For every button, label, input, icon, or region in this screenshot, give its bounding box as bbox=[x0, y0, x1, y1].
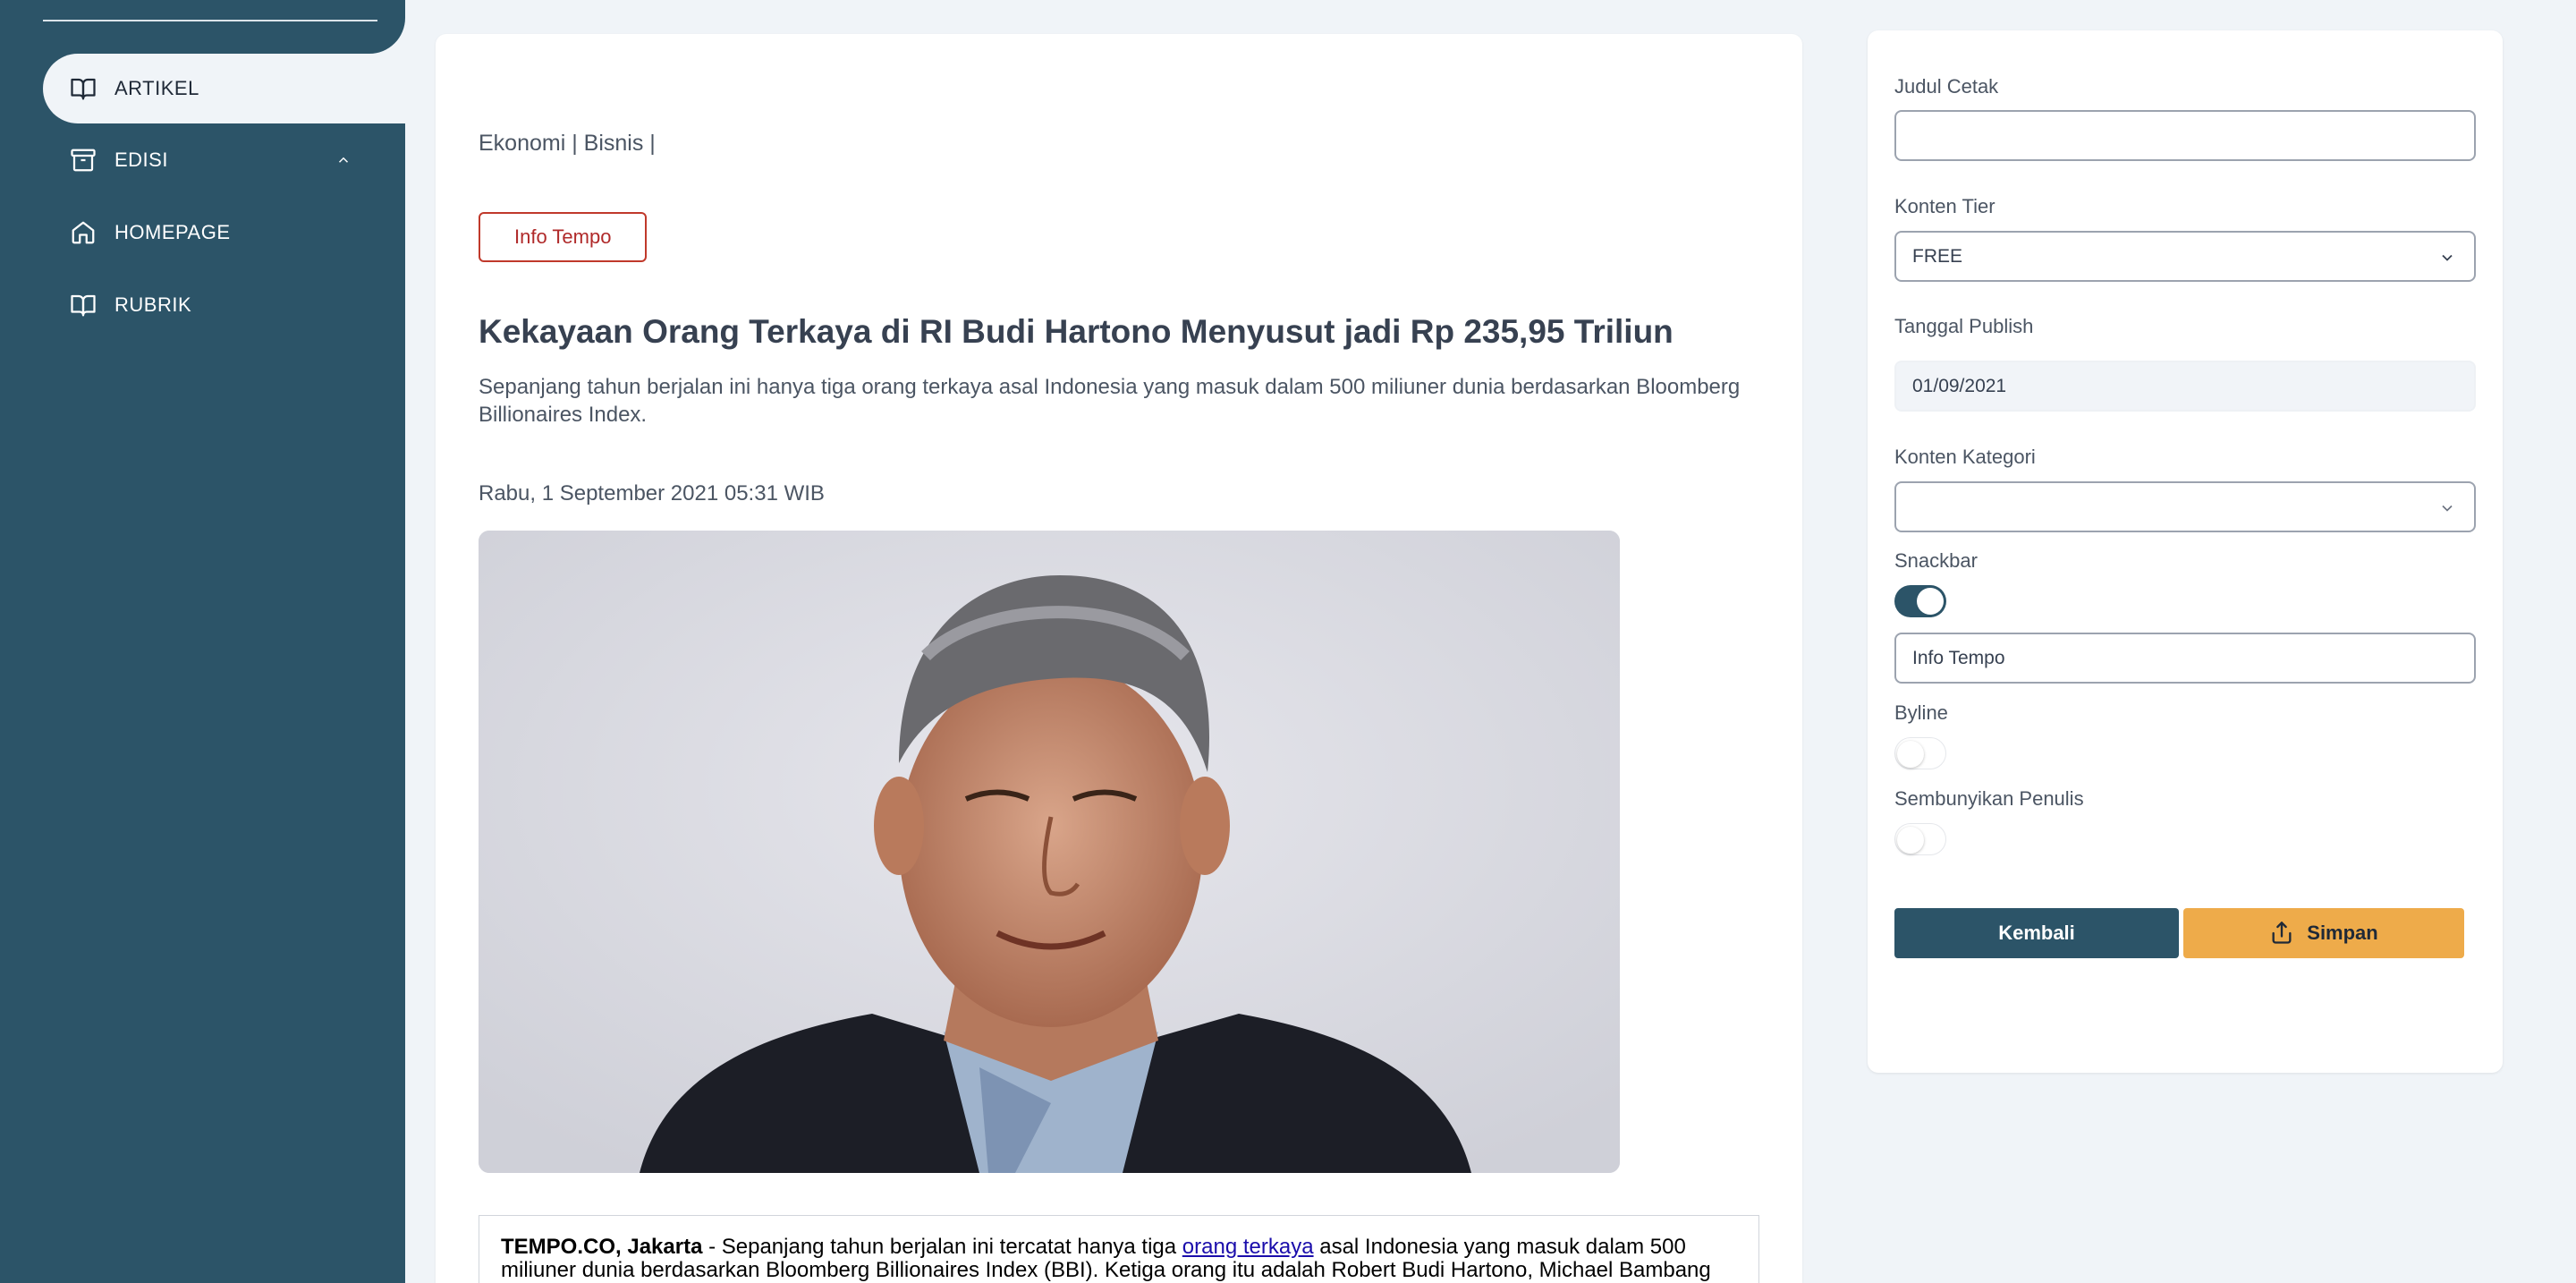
konten-kategori-label: Konten Kategori bbox=[1894, 446, 2036, 468]
snackbar-label: Snackbar bbox=[1894, 549, 1978, 572]
snackbar-input[interactable]: Info Tempo bbox=[1894, 633, 2476, 684]
konten-tier-select[interactable]: FREE bbox=[1894, 231, 2476, 282]
konten-kategori-select[interactable] bbox=[1894, 481, 2476, 532]
home-icon bbox=[72, 221, 95, 244]
article-date: Rabu, 1 September 2021 05:31 WIB bbox=[479, 481, 825, 506]
save-button-label: Simpan bbox=[2307, 922, 2378, 944]
sidebar-item-label: ARTIKEL bbox=[114, 77, 199, 99]
toggle-knob bbox=[1897, 741, 1924, 768]
sidebar-item-rubrik[interactable]: RUBRIK bbox=[43, 270, 405, 340]
chevron-down-icon bbox=[2442, 254, 2453, 261]
judul-cetak-input[interactable] bbox=[1894, 110, 2476, 161]
chevron-up-icon[interactable] bbox=[335, 152, 352, 168]
tanggal-publish-input[interactable]: 01/09/2021 bbox=[1894, 361, 2476, 412]
save-button[interactable]: Simpan bbox=[2183, 908, 2464, 958]
breadcrumb: Ekonomi | Bisnis | bbox=[479, 131, 656, 156]
snackbar-toggle[interactable] bbox=[1894, 585, 1946, 617]
tanggal-publish-label: Tanggal Publish bbox=[1894, 315, 2034, 337]
sidebar-item-label: RUBRIK bbox=[114, 293, 192, 316]
archive-icon bbox=[71, 149, 96, 172]
judul-cetak-label: Judul Cetak bbox=[1894, 75, 1999, 98]
upload-icon bbox=[2272, 922, 2292, 944]
book-open-icon bbox=[71, 78, 96, 100]
sidebar-divider bbox=[43, 20, 377, 21]
konten-tier-label: Konten Tier bbox=[1894, 195, 1996, 217]
chevron-down-icon bbox=[2442, 505, 2453, 512]
sidebar: ARTIKEL EDISI HOMEPAGE RUBRIK bbox=[0, 0, 405, 1283]
toggle-knob bbox=[1917, 588, 1944, 615]
byline-toggle[interactable] bbox=[1894, 737, 1946, 769]
article-settings-form: Judul Cetak Konten Tier FREE Tanggal Pub… bbox=[1868, 30, 2503, 1073]
article-title: Kekayaan Orang Terkaya di RI Budi Harton… bbox=[479, 313, 1674, 350]
article-preview-card: Ekonomi | Bisnis | Info Tempo Kekayaan O… bbox=[436, 34, 1802, 1283]
konten-tier-value: FREE bbox=[1912, 245, 1963, 267]
sembunyikan-penulis-toggle[interactable] bbox=[1894, 823, 1946, 855]
sidebar-item-label: EDISI bbox=[114, 149, 168, 171]
article-image bbox=[479, 531, 1620, 1173]
portrait-photo bbox=[479, 531, 1620, 1173]
sidebar-item-homepage[interactable]: HOMEPAGE bbox=[43, 198, 405, 268]
article-dateline: TEMPO.CO, Jakarta bbox=[501, 1235, 703, 1259]
sembunyikan-penulis-label: Sembunyikan Penulis bbox=[1894, 787, 2084, 810]
back-button[interactable]: Kembali bbox=[1894, 908, 2179, 958]
article-body: TEMPO.CO, Jakarta - Sepanjang tahun berj… bbox=[479, 1215, 1759, 1283]
byline-label: Byline bbox=[1894, 701, 1948, 724]
article-lead: Sepanjang tahun berjalan ini hanya tiga … bbox=[479, 375, 1741, 427]
book-open-icon bbox=[71, 294, 96, 317]
article-body-text: - Sepanjang tahun berjalan ini tercatat … bbox=[702, 1235, 1182, 1259]
article-link-orang-terkaya[interactable]: orang terkaya bbox=[1182, 1235, 1314, 1259]
toggle-knob bbox=[1897, 827, 1924, 854]
sidebar-item-label: HOMEPAGE bbox=[114, 221, 231, 243]
snackbar-badge: Info Tempo bbox=[479, 212, 648, 262]
sidebar-item-edisi[interactable]: EDISI bbox=[43, 125, 405, 195]
sidebar-item-artikel[interactable]: ARTIKEL bbox=[43, 54, 405, 123]
